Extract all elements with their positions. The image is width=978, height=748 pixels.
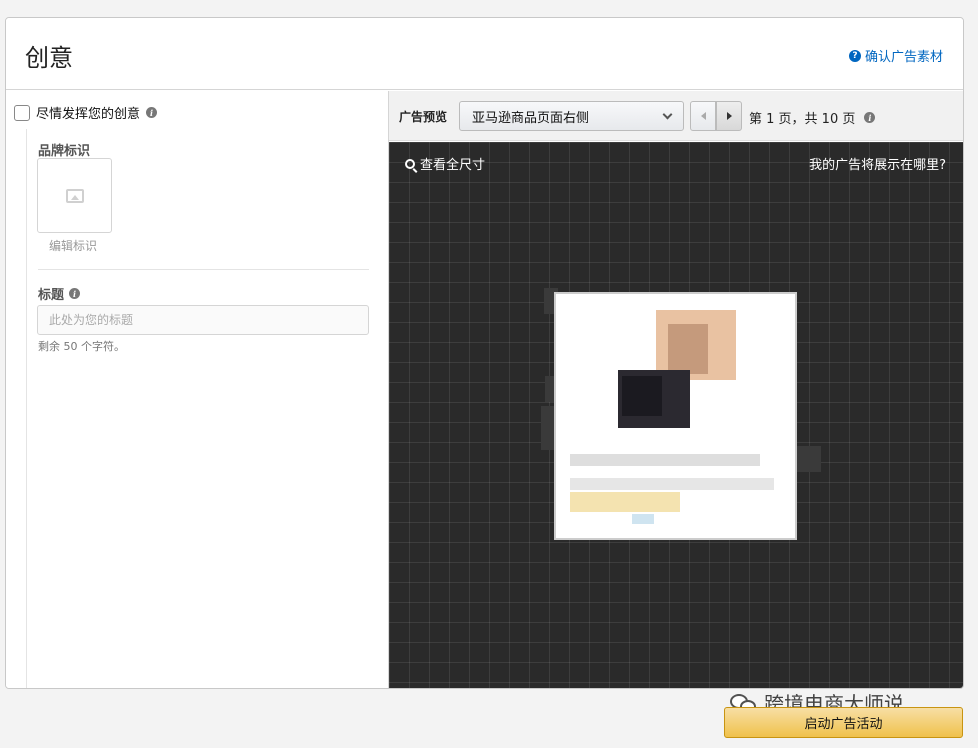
- chevron-right-icon: [726, 112, 732, 120]
- divider: [38, 269, 369, 270]
- blurred-rating: [570, 492, 680, 512]
- panel-header: 创意 ? 确认广告素材: [6, 18, 963, 90]
- blurred-badge: [632, 514, 654, 524]
- confirm-ad-creative-link[interactable]: ? 确认广告素材: [848, 46, 943, 65]
- ad-preview-panel: 广告预览 亚马逊商品页面右侧 第 1 页，共 10 页 i 查看全尺寸 我的广告…: [388, 91, 963, 688]
- page-indicator: 第 1 页，共 10 页 i: [749, 108, 876, 127]
- creative-settings: 尽情发挥您的创意 i 品牌标识 编辑标识 标题 i 剩余 50 个字符。: [6, 91, 388, 688]
- placement-select[interactable]: 亚马逊商品页面右侧: [459, 101, 684, 131]
- blurred-text-line: [570, 478, 774, 490]
- info-icon[interactable]: i: [864, 112, 876, 123]
- page-fragment: [797, 446, 821, 472]
- ad-preview-card[interactable]: [554, 292, 797, 540]
- page-fragment: [541, 406, 555, 450]
- creative-freedom-checkbox[interactable]: [14, 104, 30, 121]
- question-circle-icon: ?: [848, 49, 861, 62]
- view-full-size-label: 查看全尺寸: [420, 158, 486, 173]
- info-icon[interactable]: i: [146, 107, 158, 118]
- confirm-link-label: 确认广告素材: [864, 50, 943, 65]
- page-info-text: 第 1 页，共 10 页: [749, 112, 856, 127]
- chars-remaining: 剩余 50 个字符。: [38, 340, 125, 353]
- headline-label: 标题 i: [38, 284, 81, 303]
- headline-input[interactable]: [37, 305, 369, 335]
- blurred-product-image: [668, 324, 708, 374]
- launch-campaign-button[interactable]: 启动广告活动: [724, 707, 963, 738]
- prev-page-button[interactable]: [690, 101, 716, 131]
- search-icon: [405, 158, 415, 169]
- indent-line: [26, 129, 27, 688]
- preview-toolbar: 广告预览 亚马逊商品页面右侧 第 1 页，共 10 页 i: [389, 91, 963, 141]
- image-placeholder-icon: [65, 188, 84, 203]
- page-title: 创意: [25, 44, 73, 72]
- creative-freedom-row[interactable]: 尽情发挥您的创意 i: [14, 103, 158, 122]
- preview-canvas: 查看全尺寸 我的广告将展示在哪里?: [389, 142, 963, 688]
- blurred-text-line: [570, 454, 760, 466]
- edit-logo-link[interactable]: 编辑标识: [49, 237, 97, 254]
- view-full-size-link[interactable]: 查看全尺寸: [405, 154, 485, 173]
- brand-logo-upload[interactable]: [37, 158, 112, 233]
- preview-label: 广告预览: [399, 110, 448, 124]
- creative-freedom-label: 尽情发挥您的创意: [36, 107, 141, 122]
- chevron-left-icon: [700, 112, 706, 120]
- chevron-down-icon: [662, 109, 673, 119]
- where-ad-shown-link[interactable]: 我的广告将展示在哪里?: [809, 154, 946, 173]
- info-icon[interactable]: i: [69, 288, 81, 299]
- brand-logo-label: 品牌标识: [38, 144, 91, 159]
- headline-label-text: 标题: [38, 288, 65, 303]
- creative-panel: 创意 ? 确认广告素材 尽情发挥您的创意 i 品牌标识 编辑标识 标题 i 剩余…: [5, 17, 964, 689]
- placement-selected: 亚马逊商品页面右侧: [472, 110, 590, 126]
- next-page-button[interactable]: [716, 101, 742, 131]
- blurred-product-image: [622, 376, 662, 416]
